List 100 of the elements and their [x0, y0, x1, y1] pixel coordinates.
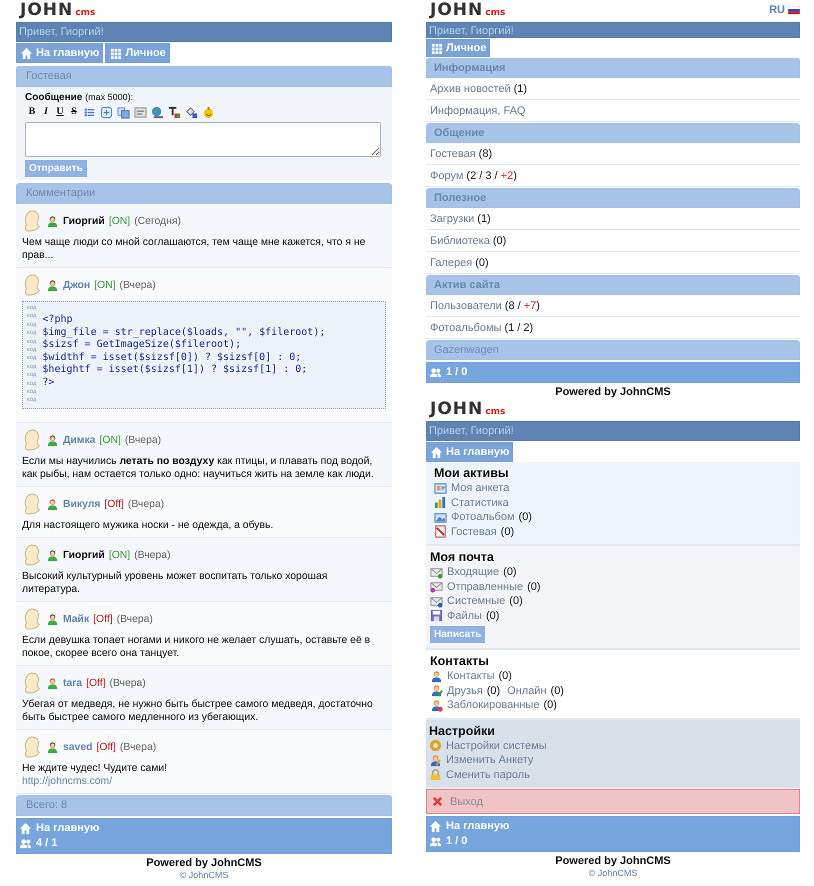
- smiley-icon[interactable]: [202, 106, 215, 118]
- menu-link[interactable]: Входящие: [447, 565, 500, 580]
- menu-link[interactable]: Фотоальбомы: [430, 322, 502, 334]
- count-text: (0): [543, 698, 557, 712]
- group-title: Настройки: [429, 722, 496, 738]
- user-link[interactable]: Димка: [63, 434, 96, 446]
- menu-link[interactable]: Сменить пароль: [446, 768, 530, 782]
- user-icon: [46, 740, 59, 754]
- menu-link[interactable]: Отправленные: [447, 580, 524, 594]
- menu-link[interactable]: Гостевая: [430, 148, 476, 160]
- compose-button[interactable]: Написать: [430, 626, 486, 643]
- language-switch[interactable]: RU: [769, 3, 800, 17]
- user-link[interactable]: saved: [63, 740, 92, 754]
- field-label: Сообщение (max 5000):: [25, 92, 134, 103]
- section-header: Актив сайта: [426, 275, 800, 295]
- menu-link[interactable]: Файлы: [447, 608, 482, 623]
- menu-link[interactable]: Заблокированные: [447, 698, 540, 712]
- format-button[interactable]: S: [69, 106, 79, 118]
- user-icon: [46, 278, 59, 292]
- nav-tab[interactable]: Личное: [426, 39, 490, 57]
- menu-link[interactable]: Пользователи: [430, 300, 502, 312]
- menu-link[interactable]: Контакты: [447, 669, 495, 684]
- menu-link[interactable]: Изменить Анкету: [446, 753, 534, 768]
- online-counter[interactable]: 1 / 0: [429, 834, 797, 848]
- menu-link[interactable]: Фотоальбом: [451, 510, 515, 524]
- format-button[interactable]: B: [27, 106, 37, 118]
- menu-link[interactable]: Библиотека: [430, 235, 490, 247]
- submit-button[interactable]: Отправить: [25, 160, 87, 177]
- home-icon: [429, 820, 442, 832]
- menu-link[interactable]: Гостевая: [451, 524, 497, 539]
- users-icon: [429, 834, 442, 848]
- count-text: (1): [514, 83, 528, 95]
- globe-icon[interactable]: [151, 106, 164, 118]
- code-line: $heightf = isset($sizsf[1]) ? $sizsf[1] : 0;: [42, 364, 308, 376]
- nav-tab[interactable]: На главную: [426, 442, 514, 462]
- count-text: (0): [518, 510, 532, 524]
- menu-link[interactable]: Моя анкета: [451, 481, 510, 496]
- copyright-link[interactable]: © JohnCMS: [588, 868, 638, 878]
- section-header: Полезное: [426, 188, 800, 208]
- photo-icon: [434, 510, 447, 524]
- person-icon: [430, 698, 443, 712]
- format-button[interactable]: U: [55, 106, 65, 118]
- menu-link[interactable]: Статистика: [451, 496, 509, 510]
- user-link[interactable]: Майк: [63, 612, 90, 626]
- home-link[interactable]: На главную: [19, 821, 389, 835]
- user-link[interactable]: Гиоргий: [63, 214, 105, 228]
- home-icon: [430, 446, 443, 458]
- lock-icon: [429, 768, 442, 782]
- menu-link[interactable]: Информация, FAQ: [430, 105, 526, 117]
- list-icon[interactable]: [83, 106, 96, 118]
- powered-text: Powered by JohnCMS: [554, 854, 672, 868]
- logo[interactable]: JOHN cms: [16, 0, 96, 20]
- menu-link[interactable]: Загрузки: [430, 213, 474, 225]
- message-field[interactable]: [25, 122, 381, 157]
- section-header: Комментарии: [16, 183, 392, 204]
- menu-link[interactable]: Системные: [447, 594, 506, 608]
- copyright-link[interactable]: © JohnCMS: [180, 870, 228, 880]
- count-text: (8 / +7): [504, 300, 540, 312]
- envelope-icon: [430, 566, 443, 579]
- code-icon[interactable]: [134, 106, 147, 118]
- nav-tab[interactable]: На главную: [16, 43, 104, 63]
- logo[interactable]: JOHN cms: [426, 0, 506, 20]
- format-button[interactable]: I: [41, 106, 51, 118]
- copy-icon[interactable]: [117, 106, 130, 118]
- online-counter[interactable]: 4 / 1: [19, 836, 389, 850]
- menu-link[interactable]: Форум: [430, 170, 464, 182]
- menu-link[interactable]: Настройки системы: [446, 738, 547, 753]
- user-link[interactable]: tara: [63, 676, 82, 690]
- menu-link[interactable]: Галерея: [430, 257, 472, 269]
- count-text: (0): [492, 235, 506, 247]
- user-link[interactable]: Джон: [63, 278, 90, 292]
- web-link[interactable]: http://johncms.com/: [22, 775, 112, 788]
- user-icon: [46, 612, 59, 626]
- envelope-icon: [430, 594, 443, 608]
- user-link[interactable]: Викуля: [63, 498, 100, 510]
- avatar-silhouette: [22, 735, 42, 759]
- time-text: (Вчера): [120, 278, 156, 292]
- menu-link[interactable]: Архив новостей: [430, 83, 511, 95]
- paint-bucket-icon[interactable]: [185, 106, 198, 118]
- user-icon: [46, 498, 59, 510]
- user-link[interactable]: Гиоргий: [63, 548, 105, 562]
- palette-icon[interactable]: [168, 106, 181, 118]
- time-text: (Сегодня): [134, 214, 181, 228]
- users-icon: [19, 836, 32, 850]
- logout-link[interactable]: Выход: [426, 789, 800, 814]
- status-text: [Off]: [104, 498, 124, 510]
- nav-tab[interactable]: Личное: [105, 43, 170, 63]
- menu-link[interactable]: Онлайн: [507, 684, 547, 698]
- chart-icon: [434, 496, 447, 510]
- plus-icon[interactable]: [100, 106, 113, 118]
- time-text: (Вчера): [134, 548, 170, 562]
- logo[interactable]: JOHN cms: [426, 399, 506, 419]
- group-title: Контакты: [430, 653, 490, 669]
- status-text: [ON]: [94, 278, 116, 292]
- comment-text: Чем чаще люди со мной соглашаются, тем чаще мне кажется, что я не прав...: [22, 236, 366, 262]
- menu-link[interactable]: Друзья: [447, 684, 483, 698]
- user-icon: [46, 676, 59, 690]
- powered-text: Powered by JohnCMS: [145, 856, 263, 870]
- home-link[interactable]: На главную: [429, 819, 797, 833]
- online-counter[interactable]: 1 / 0: [429, 365, 797, 379]
